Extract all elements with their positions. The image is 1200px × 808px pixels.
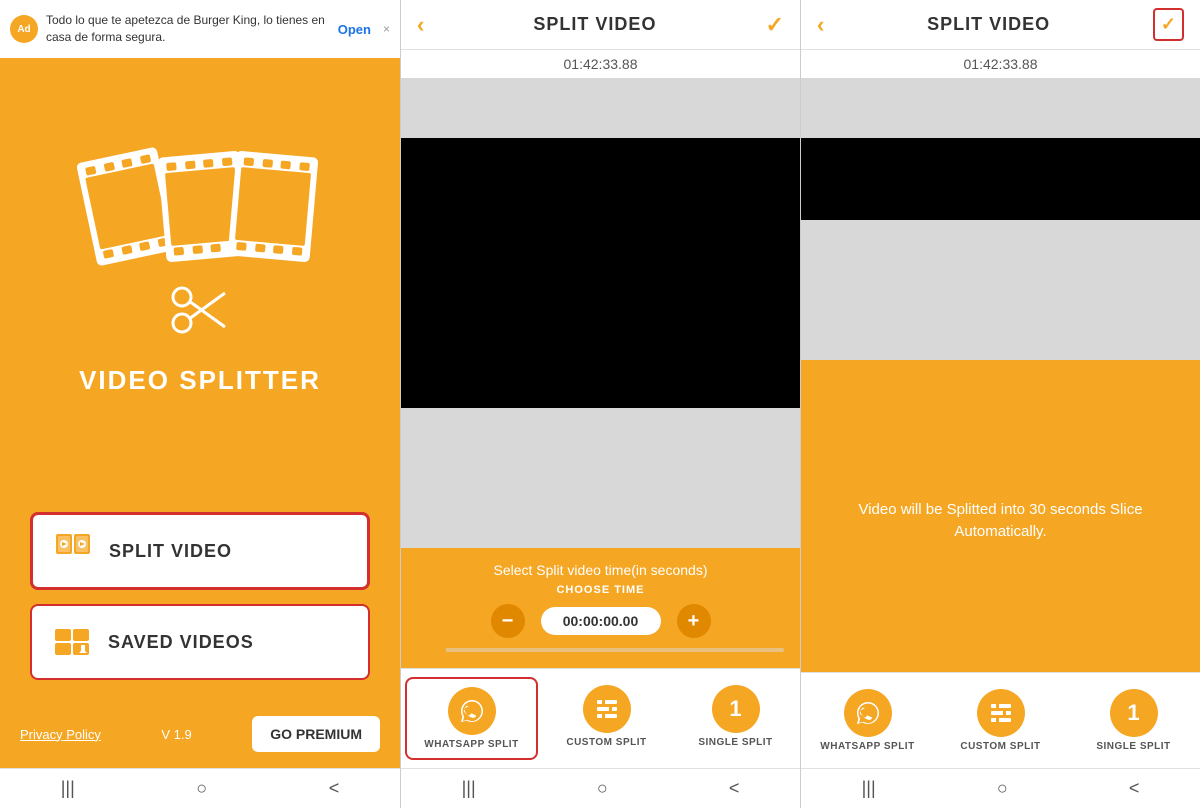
split-video-label: SPLIT VIDEO (109, 541, 232, 562)
split-video-button[interactable]: SPLIT VIDEO (30, 512, 370, 590)
home-nav-icon[interactable]: ○ (196, 778, 207, 799)
back-button-2[interactable]: ‹ (417, 12, 424, 38)
header-title-2: SPLIT VIDEO (533, 14, 656, 35)
custom-split-tab-2[interactable]: CUSTOM SPLIT (542, 677, 671, 760)
video-top-gray-3 (801, 78, 1200, 138)
progress-bar-container (417, 648, 784, 652)
bottom-nav-bar: ||| ○ < (0, 768, 400, 808)
ad-open-button[interactable]: Open (334, 22, 375, 37)
custom-split-icon-2 (583, 685, 631, 733)
time-display: 00:00:00.00 (541, 607, 661, 635)
timestamp-2: 01:42:33.88 (401, 50, 800, 78)
menu-nav-icon[interactable]: ||| (61, 778, 75, 799)
version-label: V 1.9 (161, 727, 191, 742)
single-split-tab-2[interactable]: 1 SINGLE SPLIT (671, 677, 800, 760)
back-button-3[interactable]: ‹ (817, 12, 824, 38)
ad-text: Todo lo que te apetezca de Burger King, … (46, 12, 326, 46)
video-preview-3 (801, 78, 1200, 360)
video-top-gray-2 (401, 78, 800, 138)
ad-close-icon[interactable]: × (383, 22, 390, 36)
split-tabs-2: WHATSAPP SPLIT CUSTOM SPLIT 1 SINGLE SPL… (401, 668, 800, 768)
whatsapp-split-tab-2[interactable]: WHATSAPP SPLIT (405, 677, 538, 760)
whatsapp-info-text: Video will be Splitted into 30 seconds S… (801, 360, 1200, 672)
privacy-policy-link[interactable]: Privacy Policy (20, 727, 101, 742)
time-selector: − 00:00:00.00 + (417, 604, 784, 638)
go-premium-button[interactable]: GO PREMIUM (252, 716, 380, 752)
check-button-2[interactable]: ✓ (766, 12, 784, 38)
film-strip-decoration (92, 154, 308, 259)
video-bottom-gray-3 (801, 220, 1200, 360)
time-minus-button[interactable]: − (491, 604, 525, 638)
whatsapp-split-label-2: WHATSAPP SPLIT (424, 739, 518, 750)
bottom-bar: Privacy Policy V 1.9 GO PREMIUM (0, 700, 400, 768)
split-video-screen-custom: ‹ SPLIT VIDEO ✓ 01:42:33.88 Select Split… (400, 0, 800, 808)
select-time-label: Select Split video time(in seconds) (417, 562, 784, 578)
menu-nav-icon-2[interactable]: ||| (462, 778, 476, 799)
whatsapp-split-tab-3[interactable]: WHATSAPP SPLIT (801, 681, 934, 760)
progress-dot (432, 643, 446, 657)
split-header-2: ‹ SPLIT VIDEO ✓ (401, 0, 800, 50)
video-black-screen-3 (801, 138, 1200, 220)
video-black-screen-2 (401, 138, 800, 408)
hero-section: VIDEO SPLITTER (0, 58, 400, 492)
progress-track[interactable] (417, 648, 784, 652)
custom-split-label-2: CUSTOM SPLIT (566, 737, 646, 748)
saved-videos-icon (52, 622, 92, 662)
video-bottom-gray-2 (401, 408, 800, 548)
split-controls-2: Select Split video time(in seconds) CHOO… (401, 548, 800, 668)
choose-time-label: CHOOSE TIME (417, 584, 784, 596)
bottom-nav-bar-3: ||| ○ < (801, 768, 1200, 808)
split-tabs-3: WHATSAPP SPLIT CUSTOM SPLIT 1 SINGLE SPL… (801, 672, 1200, 768)
check-button-3[interactable]: ✓ (1153, 8, 1184, 41)
home-nav-icon-3[interactable]: ○ (997, 778, 1008, 799)
timestamp-3: 01:42:33.88 (801, 50, 1200, 78)
saved-videos-button[interactable]: SAVED VIDEOS (30, 604, 370, 680)
single-split-label-3: SINGLE SPLIT (1096, 741, 1170, 752)
menu-section: SPLIT VIDEO SAVED VIDEOS (0, 492, 400, 700)
single-split-icon-3: 1 (1110, 689, 1158, 737)
single-split-icon-2: 1 (712, 685, 760, 733)
single-split-tab-3[interactable]: 1 SINGLE SPLIT (1067, 681, 1200, 760)
bottom-nav-bar-2: ||| ○ < (401, 768, 800, 808)
home-nav-icon-2[interactable]: ○ (597, 778, 608, 799)
saved-videos-label: SAVED VIDEOS (108, 632, 254, 653)
time-plus-button[interactable]: + (677, 604, 711, 638)
whatsapp-icon-2 (448, 687, 496, 735)
back-nav-icon-3[interactable]: < (1129, 778, 1140, 799)
custom-split-icon-3 (977, 689, 1025, 737)
ad-banner: Ad Todo lo que te apetezca de Burger Kin… (0, 0, 400, 58)
split-video-icon (53, 531, 93, 571)
app-title: VIDEO SPLITTER (79, 365, 321, 396)
scissors-icon (170, 285, 230, 345)
custom-split-label-3: CUSTOM SPLIT (960, 741, 1040, 752)
split-header-3: ‹ SPLIT VIDEO ✓ (801, 0, 1200, 50)
film-strip-3 (228, 151, 319, 263)
main-app-screen: Ad Todo lo que te apetezca de Burger Kin… (0, 0, 400, 808)
back-nav-icon-2[interactable]: < (729, 778, 740, 799)
custom-split-tab-3[interactable]: CUSTOM SPLIT (934, 681, 1067, 760)
single-split-label-2: SINGLE SPLIT (698, 737, 772, 748)
split-video-screen-whatsapp: ‹ SPLIT VIDEO ✓ 01:42:33.88 Video will b… (800, 0, 1200, 808)
back-nav-icon[interactable]: < (329, 778, 340, 799)
menu-nav-icon-3[interactable]: ||| (862, 778, 876, 799)
whatsapp-split-label-3: WHATSAPP SPLIT (820, 741, 914, 752)
whatsapp-icon-3 (844, 689, 892, 737)
header-title-3: SPLIT VIDEO (927, 14, 1050, 35)
ad-badge-icon: Ad (10, 15, 38, 43)
video-preview-2 (401, 78, 800, 548)
